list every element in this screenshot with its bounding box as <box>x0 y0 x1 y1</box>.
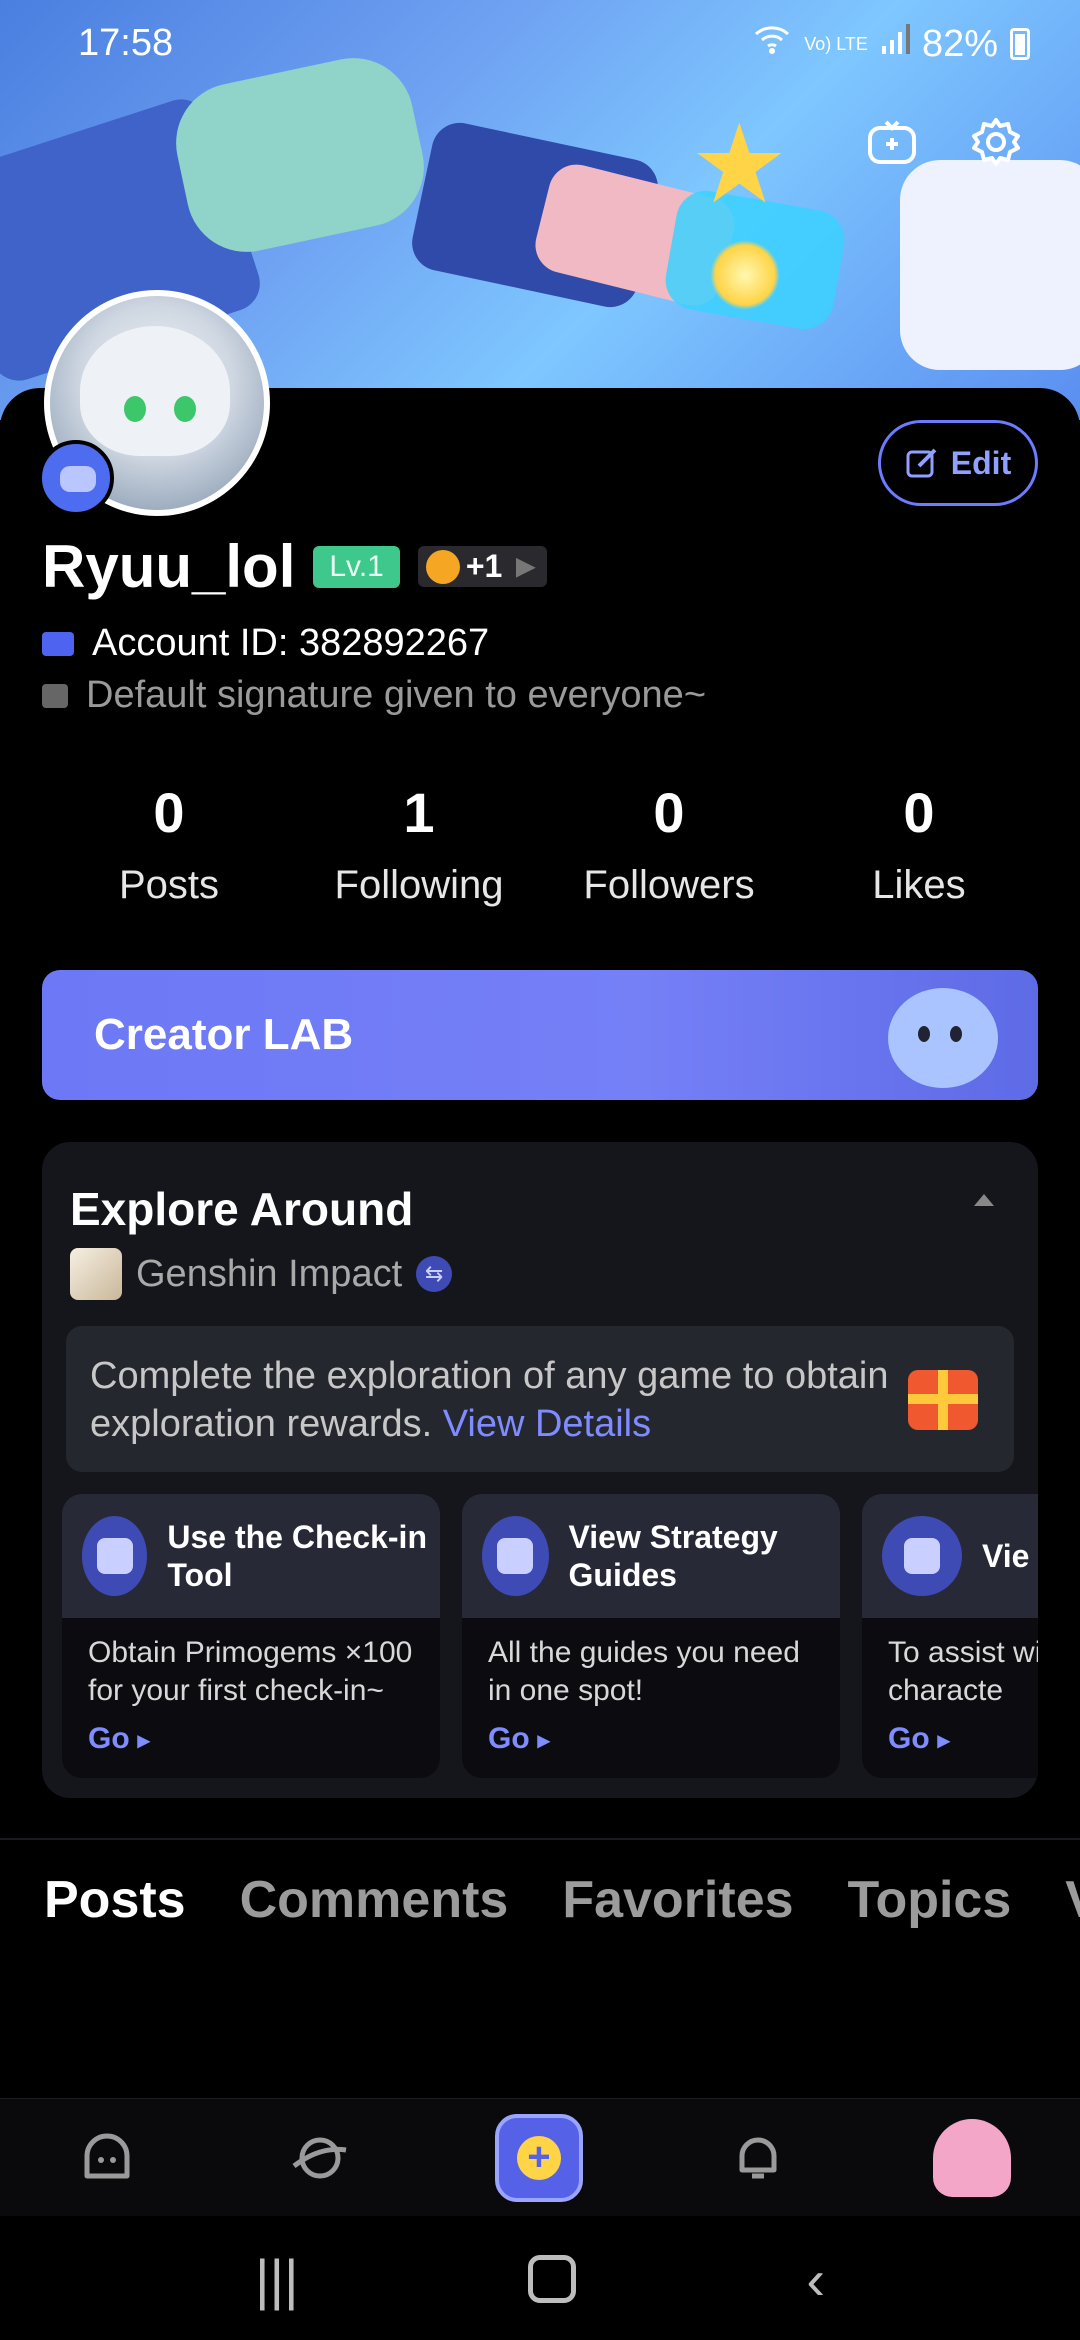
content-tabs: Posts Comments Favorites Topics V <box>0 1840 1080 1950</box>
tool-card-header: Use the Check-in Tool <box>62 1494 440 1618</box>
tab-more[interactable]: V <box>1065 1840 1080 1950</box>
account-id-row: Account ID: 382892267 <box>42 622 489 665</box>
stat-following[interactable]: 1 Following <box>294 780 544 908</box>
nav-home-icon[interactable] <box>69 2120 145 2196</box>
view-details-link[interactable]: View Details <box>443 1403 651 1445</box>
stat-label: Following <box>334 863 504 907</box>
avatar-badge-icon <box>38 440 114 516</box>
explore-around-panel: Explore Around Genshin Impact ⇆ Complete… <box>42 1142 1038 1798</box>
stat-value: 0 <box>653 781 685 844</box>
tool-cards: Use the Check-in Tool Obtain Primogems ×… <box>62 1494 1038 1778</box>
stat-value: 1 <box>403 781 435 844</box>
edit-profile-button[interactable]: Edit <box>878 420 1038 506</box>
nav-profile-icon[interactable] <box>933 2118 1012 2197</box>
creator-lab-label: Creator LAB <box>94 1010 354 1059</box>
bottom-navigation: + <box>0 2098 1080 2216</box>
tool-card-title: View Strategy Guides <box>568 1519 778 1593</box>
battery-icon <box>1010 28 1030 60</box>
stat-followers[interactable]: 0 Followers <box>544 780 794 908</box>
stat-label: Posts <box>118 863 220 907</box>
wifi-icon <box>752 22 792 66</box>
star-icon: ★ <box>690 103 789 226</box>
go-link[interactable]: Go <box>488 1722 550 1756</box>
stat-likes[interactable]: 0 Likes <box>794 780 1044 908</box>
medal-icon <box>425 549 460 584</box>
home-button-icon[interactable] <box>528 2255 577 2303</box>
dress-up-icon[interactable] <box>862 112 922 172</box>
stat-label: Likes <box>872 863 966 907</box>
gift-icon[interactable] <box>908 1370 978 1430</box>
nav-notifications-icon[interactable] <box>720 2120 796 2196</box>
exploration-notice: Complete the exploration of any game to … <box>66 1326 1014 1472</box>
calendar-check-icon <box>82 1516 148 1596</box>
settings-icon[interactable] <box>966 112 1026 172</box>
back-icon[interactable]: ‹ <box>806 2247 825 2312</box>
mascot-icon <box>888 988 998 1088</box>
comment-icon <box>42 683 68 708</box>
status-indicators: Vo) LTE 82% <box>752 22 1030 66</box>
banner-decoration <box>164 46 436 264</box>
recent-apps-icon[interactable]: ||| <box>255 2247 299 2312</box>
tool-card-third[interactable]: Vie To assist wi and characte Go <box>862 1494 1038 1778</box>
tool-card-checkin[interactable]: Use the Check-in Tool Obtain Primogems ×… <box>62 1494 440 1778</box>
go-link[interactable]: Go <box>88 1722 150 1756</box>
medal-badge[interactable]: +1 ▶ <box>417 546 547 587</box>
toolbox-icon <box>882 1516 962 1596</box>
battery-percent: 82% <box>921 22 998 65</box>
id-card-icon <box>42 631 74 656</box>
tool-card-title: Use the Check-in Tool <box>167 1519 427 1593</box>
tab-posts[interactable]: Posts <box>44 1840 186 1950</box>
nav-create-button[interactable]: + <box>494 2113 583 2202</box>
avatar-eye <box>174 396 196 422</box>
network-label: Vo) LTE <box>804 34 868 54</box>
stat-value: 0 <box>903 781 935 844</box>
tab-favorites[interactable]: Favorites <box>562 1840 793 1950</box>
account-id[interactable]: Account ID: 382892267 <box>92 622 489 665</box>
avatar-hair <box>80 326 230 456</box>
signature-row: Default signature given to everyone~ <box>42 674 706 717</box>
tool-card-desc: To assist wi and characte <box>888 1636 1038 1707</box>
avatar-eye <box>124 396 146 422</box>
stat-posts[interactable]: 0 Posts <box>44 780 294 908</box>
tool-card-header: View Strategy Guides <box>462 1494 840 1618</box>
game-avatar-icon <box>70 1248 122 1300</box>
medal-extra-count: +1 <box>465 548 503 584</box>
tool-card-title: Vie <box>982 1538 1030 1574</box>
status-bar: 17:58 Vo) LTE 82% <box>0 18 1080 78</box>
username-row: Ryuu_lol Lv.1 +1 ▶ <box>42 532 547 601</box>
tool-card-desc: All the guides you need in one spot! <box>488 1636 800 1707</box>
banner-decoration <box>710 240 780 310</box>
level-badge[interactable]: Lv.1 <box>313 545 400 588</box>
chevron-right-icon: ▶ <box>516 553 535 580</box>
collapse-caret-icon[interactable] <box>974 1194 994 1206</box>
tab-topics[interactable]: Topics <box>848 1840 1012 1950</box>
signature[interactable]: Default signature given to everyone~ <box>86 674 706 717</box>
status-time: 17:58 <box>78 22 174 64</box>
nav-explore-icon[interactable] <box>282 2120 358 2196</box>
go-link[interactable]: Go <box>888 1722 950 1756</box>
tool-card-strategy[interactable]: View Strategy Guides All the guides you … <box>462 1494 840 1778</box>
signal-icon <box>880 22 910 66</box>
guide-book-icon <box>482 1516 549 1596</box>
system-navigation-bar: ||| ‹ <box>0 2218 1080 2340</box>
game-name: Genshin Impact <box>136 1252 403 1295</box>
tool-card-desc: Obtain Primogems ×100 for your first che… <box>88 1636 413 1707</box>
explore-title: Explore Around <box>70 1183 414 1235</box>
game-selector[interactable]: Genshin Impact ⇆ <box>70 1248 453 1300</box>
stat-label: Followers <box>583 863 755 907</box>
tab-comments[interactable]: Comments <box>240 1840 509 1950</box>
edit-icon <box>906 448 937 478</box>
banner-decoration <box>900 160 1080 370</box>
profile-stats: 0 Posts 1 Following 0 Followers 0 Likes <box>44 780 1044 908</box>
username: Ryuu_lol <box>42 533 296 600</box>
plus-icon: + <box>516 2135 561 2180</box>
stat-value: 0 <box>153 781 185 844</box>
edit-label: Edit <box>950 444 1012 481</box>
swap-icon[interactable]: ⇆ <box>416 1256 453 1292</box>
tool-card-header: Vie <box>862 1494 1038 1618</box>
creator-lab-banner[interactable]: Creator LAB <box>42 970 1038 1100</box>
